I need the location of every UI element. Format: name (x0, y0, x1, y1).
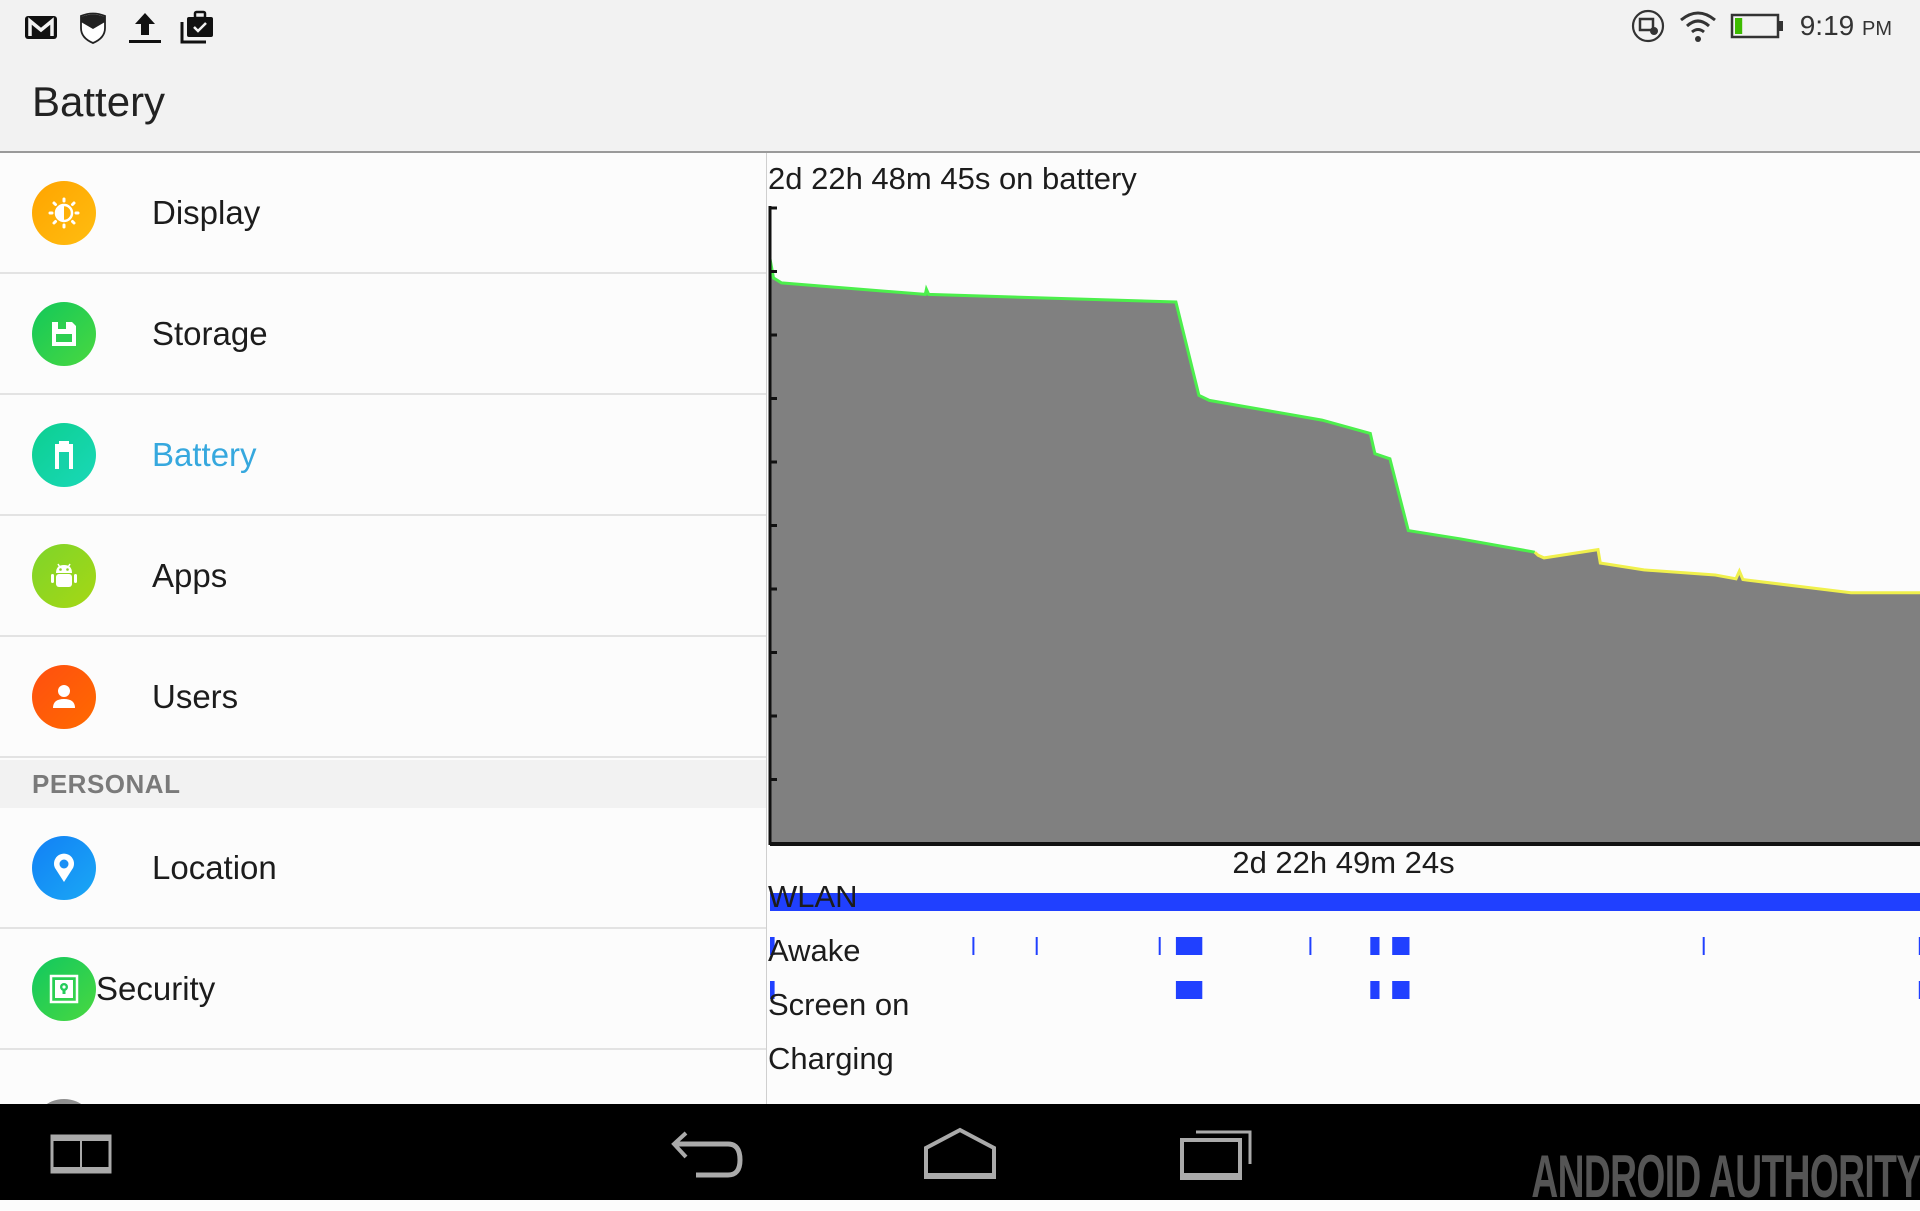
home-icon[interactable] (922, 1126, 998, 1182)
sidebar-item-security[interactable]: Storage Security (0, 929, 766, 1050)
brightness-icon (32, 180, 96, 245)
track-awake-segment (972, 937, 975, 955)
recents-icon[interactable] (1178, 1126, 1254, 1182)
status-bar: 9:19 PM (0, 0, 1920, 52)
screen-settings-icon (1631, 9, 1664, 43)
clock: 9:19 PM (1800, 10, 1892, 42)
sidebar-item-users[interactable]: Users (0, 637, 766, 758)
track-label-charging: Charging (768, 1041, 894, 1076)
sidebar-item-label: Display (152, 193, 261, 231)
notification-icons (22, 8, 216, 46)
sidebar-item-storage[interactable]: Storage (0, 274, 766, 395)
user-icon (32, 664, 96, 729)
track-label-wlan: WLAN (768, 879, 858, 914)
track-screen-on-segment (1370, 981, 1380, 999)
section-header-label: PERSONAL (32, 769, 181, 799)
sidebar-item-location[interactable]: Location (0, 808, 766, 929)
system-icons: 9:19 PM (1630, 8, 1920, 44)
floppy-icon (32, 301, 96, 366)
track-screen-on-segment (1392, 981, 1410, 999)
track-wlan-segment (770, 893, 1920, 911)
sidebar-item-label: Location (152, 848, 277, 886)
sidebar-item-label: Apps (152, 556, 228, 594)
location-pin-icon (32, 835, 96, 900)
track-label-screen-on: Screen on (768, 987, 910, 1022)
lock-safe-icon (32, 956, 96, 1021)
sidebar-item-display[interactable]: Display (0, 153, 766, 274)
section-header-personal: PERSONAL (0, 760, 766, 808)
sidebar-item-label: Battery (152, 435, 257, 473)
battery-area (770, 258, 1920, 843)
sidebar-item-label: Users (152, 677, 239, 715)
battery-history-panel: 2d 22h 48m 45s on battery 2d 22h 49m 24s… (767, 153, 1920, 1104)
navigation-bar: ANDROID AUTHORITY (0, 1104, 1920, 1210)
battery-icon (1730, 13, 1783, 39)
track-awake-segment (1702, 937, 1705, 955)
sidebar-item-label: Storage (152, 314, 268, 352)
sidebar-item-partial[interactable] (0, 1050, 766, 1104)
action-bar: Battery (0, 52, 1920, 153)
sidebar-item-apps[interactable]: Apps (0, 516, 766, 637)
watermark: ANDROID AUTHORITY (1530, 1143, 1920, 1210)
track-awake-segment (1158, 937, 1161, 955)
battery-icon (32, 422, 96, 487)
gmail-icon (25, 16, 57, 39)
track-awake-segment (1370, 937, 1380, 955)
track-awake-segment (1309, 937, 1312, 955)
settings-list[interactable]: Display Storage Battery Apps Users PERSO… (0, 153, 766, 1104)
back-icon[interactable] (668, 1130, 744, 1180)
sidebar-item-label: Security (96, 969, 216, 1007)
track-screen-on-segment (1175, 981, 1203, 999)
battery-chart (768, 206, 1920, 999)
page-title: Battery (32, 78, 166, 125)
android-icon (32, 543, 96, 608)
track-awake-segment (1035, 937, 1038, 955)
clock-time: 9:19 (1799, 10, 1855, 41)
wifi-icon (1679, 11, 1716, 42)
clock-ampm: PM (1862, 18, 1892, 40)
track-awake-segment (1175, 937, 1203, 955)
sidebar-item-battery[interactable]: Battery (0, 395, 766, 516)
briefcase-check-icon (180, 10, 213, 44)
chart-x-end-label: 2d 22h 49m 24s (1232, 845, 1455, 880)
upload-icon (129, 13, 161, 43)
track-label-awake: Awake (768, 933, 861, 968)
shield-icon (80, 12, 106, 44)
track-awake-segment (1392, 937, 1410, 955)
split-view-icon[interactable] (50, 1134, 112, 1174)
